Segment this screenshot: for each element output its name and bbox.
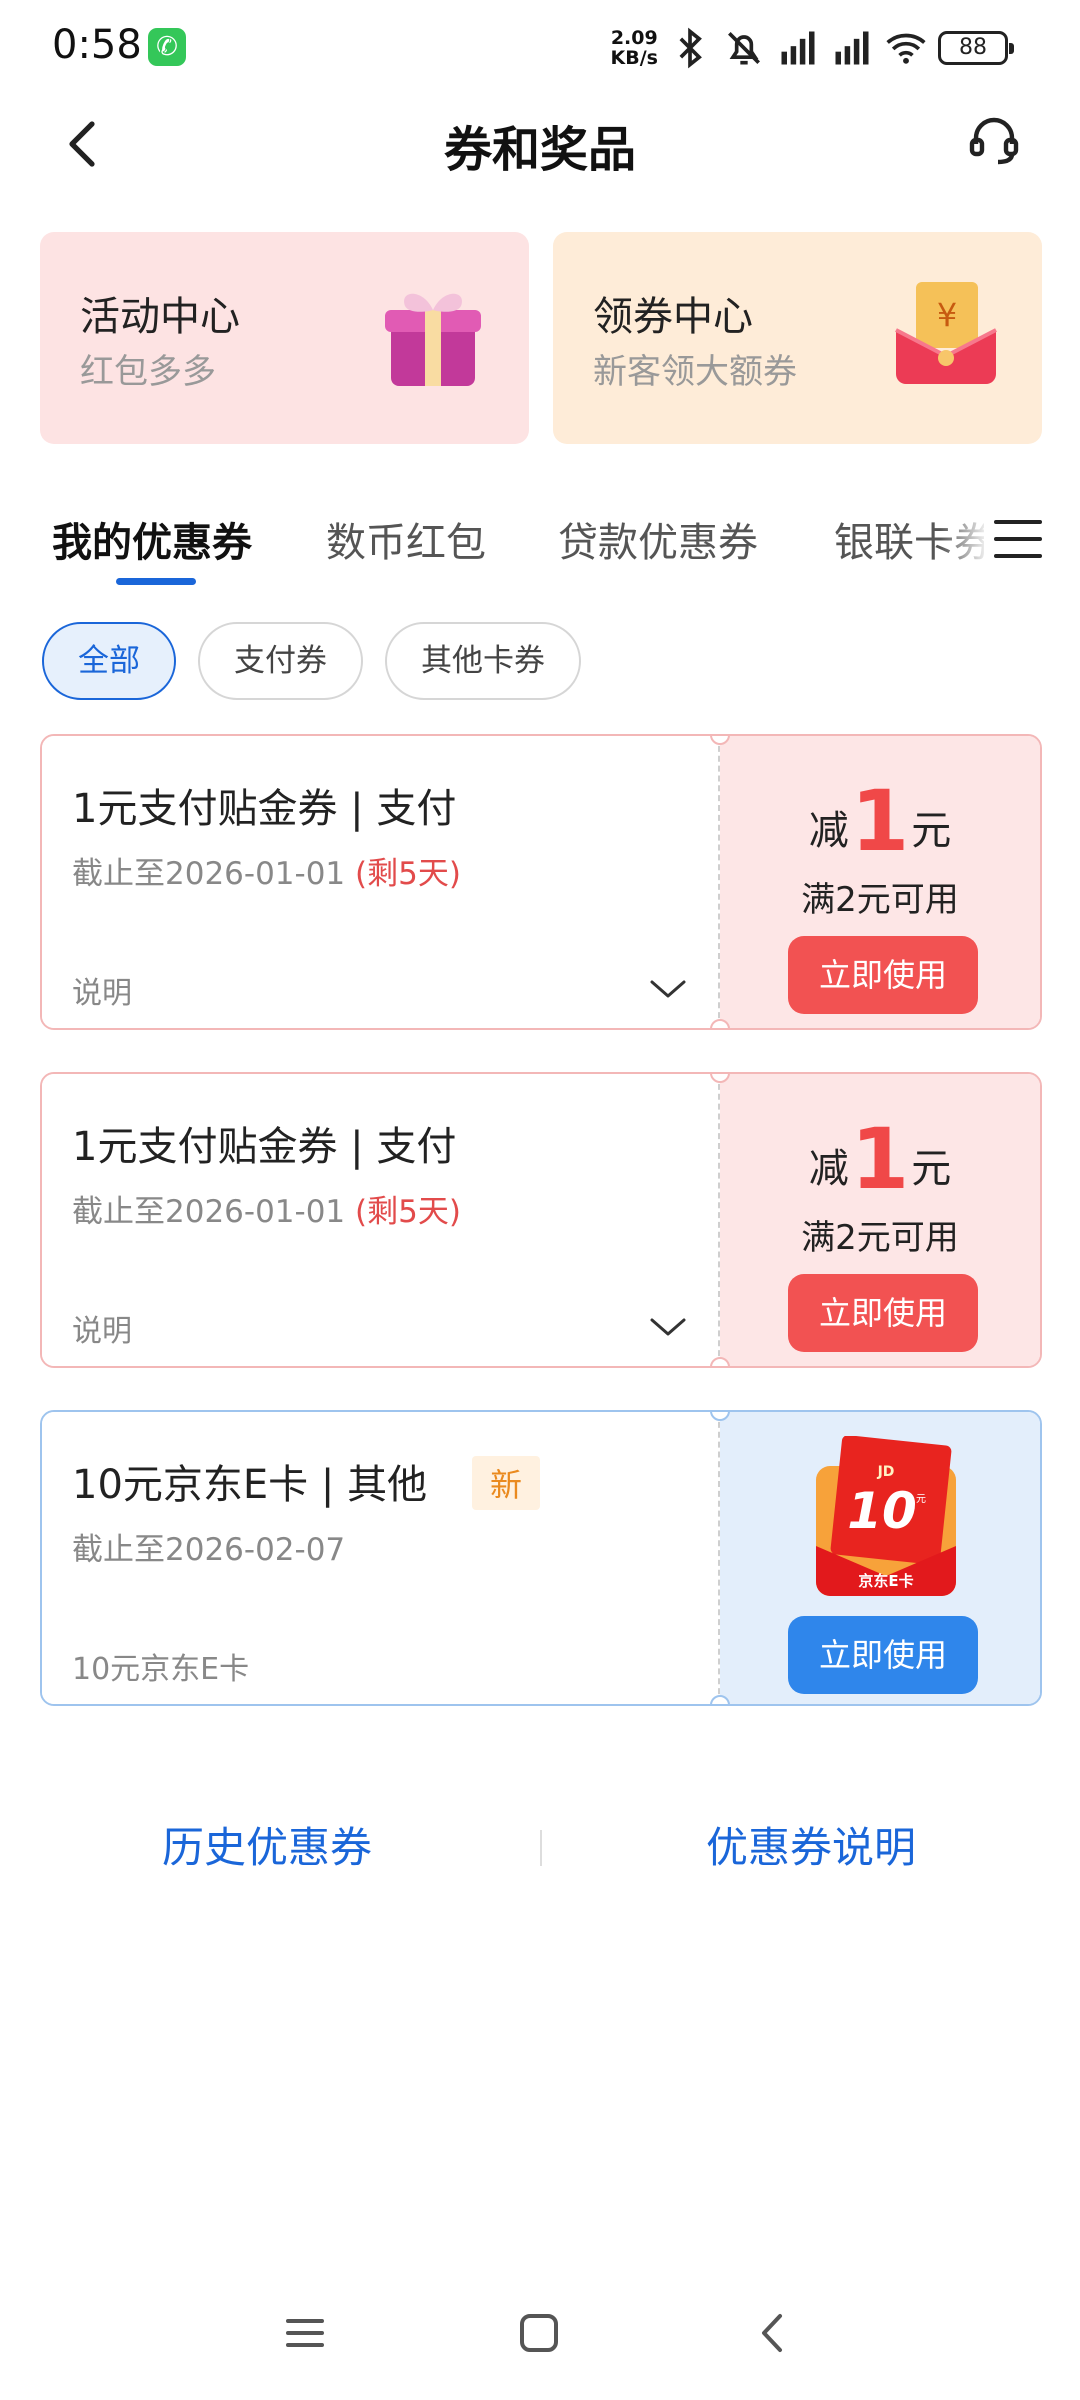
coupon-rules-link[interactable]: 优惠券说明 — [706, 1814, 916, 1875]
coupon-card[interactable]: 10元京东E卡 | 其他 新 截止至2026-02-07 10元京东E卡 JD … — [40, 1410, 1042, 1706]
tab-my-coupons[interactable]: 我的优惠券 — [52, 510, 252, 568]
status-time: 0:58 — [52, 22, 142, 68]
system-nav-bar — [0, 2300, 1080, 2370]
coupon-remaining: (剩5天) — [355, 1194, 461, 1230]
signal-icon — [781, 31, 815, 65]
promo-cards: 活动中心 红包多多 领券中心 新客领大额券 ¥ — [40, 232, 1042, 444]
back-nav-icon[interactable] — [748, 2308, 798, 2358]
promo-subtitle: 新客领大额券 — [593, 352, 797, 392]
battery-icon: 88 — [938, 31, 1014, 65]
coupon-expiry: 截止至2026-02-07 — [72, 1532, 346, 1568]
coupon-expiry: 截止至2026-01-01 (剩5天) — [72, 1194, 461, 1230]
use-now-button[interactable]: 立即使用 — [788, 1274, 978, 1352]
signal-icon — [835, 31, 869, 65]
page-title: 券和奖品 — [443, 122, 636, 178]
activity-center-card[interactable]: 活动中心 红包多多 — [40, 232, 529, 444]
use-now-button[interactable]: 立即使用 — [788, 936, 978, 1014]
filter-other-coupons[interactable]: 其他卡券 — [385, 622, 581, 700]
coupon-value-panel: 减1元 满2元可用 立即使用 — [720, 1074, 1040, 1366]
status-bar: 0:58 ✆ 2.09 KB/s 88 — [0, 0, 1080, 96]
tab-fade — [940, 500, 990, 570]
coupon-center-card[interactable]: 领券中心 新客领大额券 ¥ — [553, 232, 1042, 444]
tab-bar: 我的优惠券 数币红包 贷款优惠券 银联卡券 — [0, 480, 1080, 590]
coupon-card[interactable]: 1元支付贴金券 | 支付 截止至2026-01-01 (剩5天) 说明 减1元 … — [40, 734, 1042, 1030]
coupon-amount: 减1元 — [808, 772, 952, 870]
filter-chips: 全部 支付券 其他卡券 — [42, 622, 581, 700]
chevron-down-icon[interactable] — [648, 1312, 688, 1342]
recent-apps-icon[interactable] — [280, 2308, 330, 2358]
tab-loan-coupons[interactable]: 贷款优惠券 — [558, 510, 758, 568]
bell-muted-icon — [728, 32, 760, 65]
tab-digital-red-packet[interactable]: 数币红包 — [326, 510, 486, 568]
coupon-condition: 满2元可用 — [801, 1218, 959, 1258]
red-envelope-icon: ¥ — [895, 282, 997, 384]
ecard-name: 京东E卡 — [858, 1572, 913, 1590]
coupon-description-toggle[interactable]: 说明 — [72, 1306, 132, 1350]
new-badge: 新 — [472, 1456, 541, 1510]
use-now-button[interactable]: 立即使用 — [788, 1616, 978, 1694]
ecard-value: 10 — [847, 1482, 917, 1540]
coupon-expiry: 截止至2026-01-01 (剩5天) — [72, 856, 461, 892]
bluetooth-icon — [679, 27, 702, 69]
customer-service-icon[interactable] — [964, 112, 1024, 172]
bottom-links: 历史优惠券 优惠券说明 — [0, 1810, 1080, 1880]
coupon-remaining: (剩5天) — [355, 856, 461, 892]
nav-bar: 券和奖品 — [0, 96, 1080, 186]
coupon-info: 1元支付贴金券 | 支付 截止至2026-01-01 (剩5天) 说明 — [42, 1074, 720, 1366]
coupon-title: 1元支付贴金券 | 支付 — [72, 1124, 457, 1170]
promo-title: 领券中心 — [593, 294, 753, 340]
ecard-unit: 元 — [916, 1494, 926, 1505]
coupon-description: 10元京东E卡 — [72, 1652, 250, 1687]
coupon-value-panel: 减1元 满2元可用 立即使用 — [720, 736, 1040, 1028]
ecard-brand: JD — [877, 1464, 895, 1480]
coupon-info: 10元京东E卡 | 其他 新 截止至2026-02-07 10元京东E卡 — [42, 1412, 720, 1704]
promo-title: 活动中心 — [80, 294, 240, 340]
divider — [540, 1830, 542, 1866]
coupon-title: 10元京东E卡 | 其他 — [72, 1462, 428, 1508]
history-coupons-link[interactable]: 历史优惠券 — [162, 1814, 372, 1875]
network-speed: 2.09 KB/s — [610, 27, 658, 69]
filter-payment-coupons[interactable]: 支付券 — [198, 622, 363, 700]
coupon-amount: 减1元 — [808, 1110, 952, 1208]
menu-icon[interactable] — [994, 520, 1042, 566]
gift-box-icon — [385, 293, 481, 386]
phone-call-icon: ✆ — [148, 28, 186, 66]
status-icons: 2.09 KB/s 88 — [610, 24, 1014, 72]
coupon-info: 1元支付贴金券 | 支付 截止至2026-01-01 (剩5天) 说明 — [42, 736, 720, 1028]
filter-all[interactable]: 全部 — [42, 622, 176, 700]
chevron-down-icon[interactable] — [648, 974, 688, 1004]
coupon-card[interactable]: 1元支付贴金券 | 支付 截止至2026-01-01 (剩5天) 说明 减1元 … — [40, 1072, 1042, 1368]
coupon-description-toggle[interactable]: 说明 — [72, 968, 132, 1012]
coupon-value-panel: JD 10 元 京东E卡 立即使用 — [720, 1412, 1040, 1704]
tab-indicator — [116, 578, 196, 585]
coupon-condition: 满2元可用 — [801, 880, 959, 920]
jd-ecard-icon: JD 10 元 京东E卡 — [816, 1436, 956, 1596]
promo-subtitle: 红包多多 — [80, 352, 216, 392]
wifi-icon — [886, 33, 926, 64]
svg-text:¥: ¥ — [937, 296, 957, 334]
home-icon[interactable] — [514, 2308, 564, 2358]
coupon-title: 1元支付贴金券 | 支付 — [72, 786, 457, 832]
